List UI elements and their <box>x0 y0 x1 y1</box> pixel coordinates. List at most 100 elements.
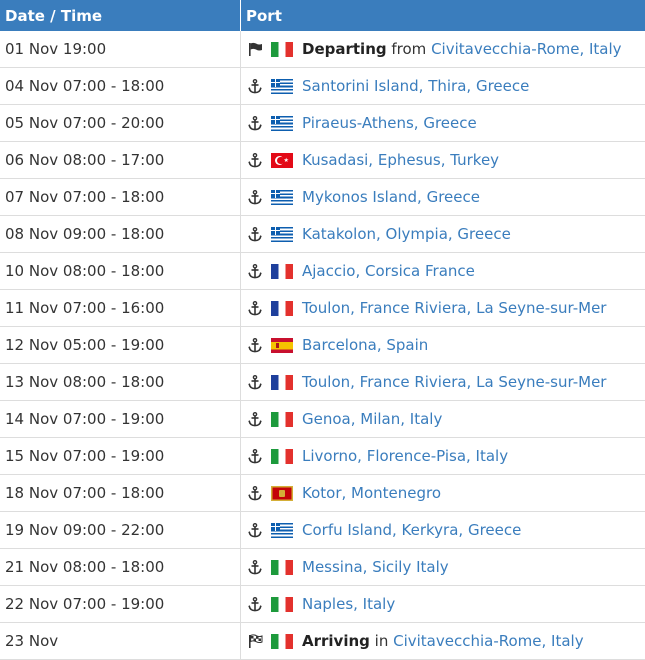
row-port-cell: Mykonos Island, Greece <box>241 179 645 216</box>
row-datetime: 12 Nov 05:00 - 19:00 <box>0 327 241 364</box>
country-flag-icon <box>271 264 293 279</box>
port-link[interactable]: Kotor, Montenegro <box>302 484 441 502</box>
itinerary-row: 23 NovArriving in Civitavecchia-Rome, It… <box>0 623 645 660</box>
itinerary-row: 11 Nov 07:00 - 16:00 Toulon, France Rivie… <box>0 290 645 327</box>
row-datetime: 13 Nov 08:00 - 18:00 <box>0 364 241 401</box>
flag-icon <box>246 40 264 58</box>
connector-text: from <box>387 40 431 58</box>
itinerary-row: 12 Nov 05:00 - 19:00 Barcelona, Spain <box>0 327 645 364</box>
port-link[interactable]: Ajaccio, Corsica France <box>302 262 475 280</box>
port-link[interactable]: Messina, Sicily Italy <box>302 558 449 576</box>
row-datetime: 10 Nov 08:00 - 18:00 <box>0 253 241 290</box>
itinerary-row: 08 Nov 09:00 - 18:00 Katakolon, Olympia, … <box>0 216 645 253</box>
row-port-cell: Toulon, France Riviera, La Seyne-sur-Mer <box>241 290 645 327</box>
anchor-icon <box>246 299 264 317</box>
country-flag-icon <box>271 338 293 353</box>
row-port-cell: Katakolon, Olympia, Greece <box>241 216 645 253</box>
itinerary-row: 05 Nov 07:00 - 20:00 Piraeus-Athens, Gree… <box>0 105 645 142</box>
country-flag-icon <box>271 634 293 649</box>
row-port-cell: Kotor, Montenegro <box>241 475 645 512</box>
row-datetime: 05 Nov 07:00 - 20:00 <box>0 105 241 142</box>
anchor-icon <box>246 151 264 169</box>
voyage-event-label: Arriving <box>302 632 370 650</box>
row-datetime: 23 Nov <box>0 623 241 660</box>
country-flag-icon <box>271 227 293 242</box>
itinerary-row: 21 Nov 08:00 - 18:00 Messina, Sicily Ital… <box>0 549 645 586</box>
itinerary-row: 13 Nov 08:00 - 18:00 Toulon, France Rivie… <box>0 364 645 401</box>
row-port-cell: Departing from Civitavecchia-Rome, Italy <box>241 31 645 68</box>
anchor-icon <box>246 77 264 95</box>
port-link[interactable]: Naples, Italy <box>302 595 395 613</box>
row-datetime: 18 Nov 07:00 - 18:00 <box>0 475 241 512</box>
row-port-cell: Naples, Italy <box>241 586 645 623</box>
port-link[interactable]: Toulon, France Riviera, La Seyne-sur-Mer <box>302 373 606 391</box>
country-flag-icon <box>271 190 293 205</box>
country-flag-icon <box>271 523 293 538</box>
date-time-header: Date / Time <box>0 0 241 31</box>
country-flag-icon <box>271 486 293 501</box>
port-link[interactable]: Barcelona, Spain <box>302 336 428 354</box>
row-datetime: 08 Nov 09:00 - 18:00 <box>0 216 241 253</box>
itinerary-row: 06 Nov 08:00 - 17:00 ★ Kusadasi, Ephesus, … <box>0 142 645 179</box>
country-flag-icon <box>271 79 293 94</box>
voyage-event-label: Departing <box>302 40 387 58</box>
row-datetime: 22 Nov 07:00 - 19:00 <box>0 586 241 623</box>
row-port-cell: Corfu Island, Kerkyra, Greece <box>241 512 645 549</box>
country-flag-icon <box>271 560 293 575</box>
itinerary-row: 22 Nov 07:00 - 19:00 Naples, Italy <box>0 586 645 623</box>
country-flag-icon <box>271 597 293 612</box>
port-link[interactable]: Civitavecchia-Rome, Italy <box>431 40 621 58</box>
row-datetime: 06 Nov 08:00 - 17:00 <box>0 142 241 179</box>
itinerary-row: 04 Nov 07:00 - 18:00 Santorini Island, Th… <box>0 68 645 105</box>
row-port-cell: Arriving in Civitavecchia-Rome, Italy <box>241 623 645 660</box>
port-link[interactable]: Mykonos Island, Greece <box>302 188 480 206</box>
row-datetime: 21 Nov 08:00 - 18:00 <box>0 549 241 586</box>
row-port-cell: Messina, Sicily Italy <box>241 549 645 586</box>
row-port-cell: Toulon, France Riviera, La Seyne-sur-Mer <box>241 364 645 401</box>
itinerary-row: 01 Nov 19:00Departing from Civitavecchia… <box>0 31 645 68</box>
port-link[interactable]: Kusadasi, Ephesus, Turkey <box>302 151 499 169</box>
anchor-icon <box>246 225 264 243</box>
country-flag-icon <box>271 116 293 131</box>
itinerary-row: 18 Nov 07:00 - 18:00 Kotor, Montenegro <box>0 475 645 512</box>
port-link[interactable]: Katakolon, Olympia, Greece <box>302 225 511 243</box>
anchor-icon <box>246 595 264 613</box>
row-datetime: 11 Nov 07:00 - 16:00 <box>0 290 241 327</box>
anchor-icon <box>246 188 264 206</box>
itinerary-row: 07 Nov 07:00 - 18:00Mykonos Island, Gree… <box>0 179 645 216</box>
port-link[interactable]: Piraeus-Athens, Greece <box>302 114 477 132</box>
anchor-icon <box>246 410 264 428</box>
country-flag-icon: ★ <box>271 153 293 168</box>
anchor-icon <box>246 114 264 132</box>
row-port-cell: Ajaccio, Corsica France <box>241 253 645 290</box>
checkered-flag-icon <box>246 632 264 650</box>
country-flag-icon <box>271 449 293 464</box>
port-link[interactable]: Civitavecchia-Rome, Italy <box>393 632 583 650</box>
row-port-cell: Santorini Island, Thira, Greece <box>241 68 645 105</box>
country-flag-icon <box>271 42 293 57</box>
table-header-row: Date / Time Port <box>0 0 645 31</box>
port-header: Port <box>241 0 645 31</box>
port-link[interactable]: Livorno, Florence-Pisa, Italy <box>302 447 508 465</box>
row-datetime: 14 Nov 07:00 - 19:00 <box>0 401 241 438</box>
itinerary-table: Date / Time Port 01 Nov 19:00Departing f… <box>0 0 645 660</box>
port-link[interactable]: Santorini Island, Thira, Greece <box>302 77 529 95</box>
row-port-cell: Livorno, Florence-Pisa, Italy <box>241 438 645 475</box>
row-datetime: 04 Nov 07:00 - 18:00 <box>0 68 241 105</box>
anchor-icon <box>246 262 264 280</box>
anchor-icon <box>246 484 264 502</box>
anchor-icon <box>246 373 264 391</box>
port-link[interactable]: Toulon, France Riviera, La Seyne-sur-Mer <box>302 299 606 317</box>
row-port-cell: ★ Kusadasi, Ephesus, Turkey <box>241 142 645 179</box>
itinerary-row: 10 Nov 08:00 - 18:00 Ajaccio, Corsica Fra… <box>0 253 645 290</box>
anchor-icon <box>246 521 264 539</box>
country-flag-icon <box>271 375 293 390</box>
row-port-cell: Piraeus-Athens, Greece <box>241 105 645 142</box>
row-port-cell: Genoa, Milan, Italy <box>241 401 645 438</box>
anchor-icon <box>246 336 264 354</box>
port-link[interactable]: Genoa, Milan, Italy <box>302 410 442 428</box>
row-datetime: 15 Nov 07:00 - 19:00 <box>0 438 241 475</box>
itinerary-row: 19 Nov 09:00 - 22:00Corfu Island, Kerkyr… <box>0 512 645 549</box>
port-link[interactable]: Corfu Island, Kerkyra, Greece <box>302 521 521 539</box>
country-flag-icon <box>271 301 293 316</box>
